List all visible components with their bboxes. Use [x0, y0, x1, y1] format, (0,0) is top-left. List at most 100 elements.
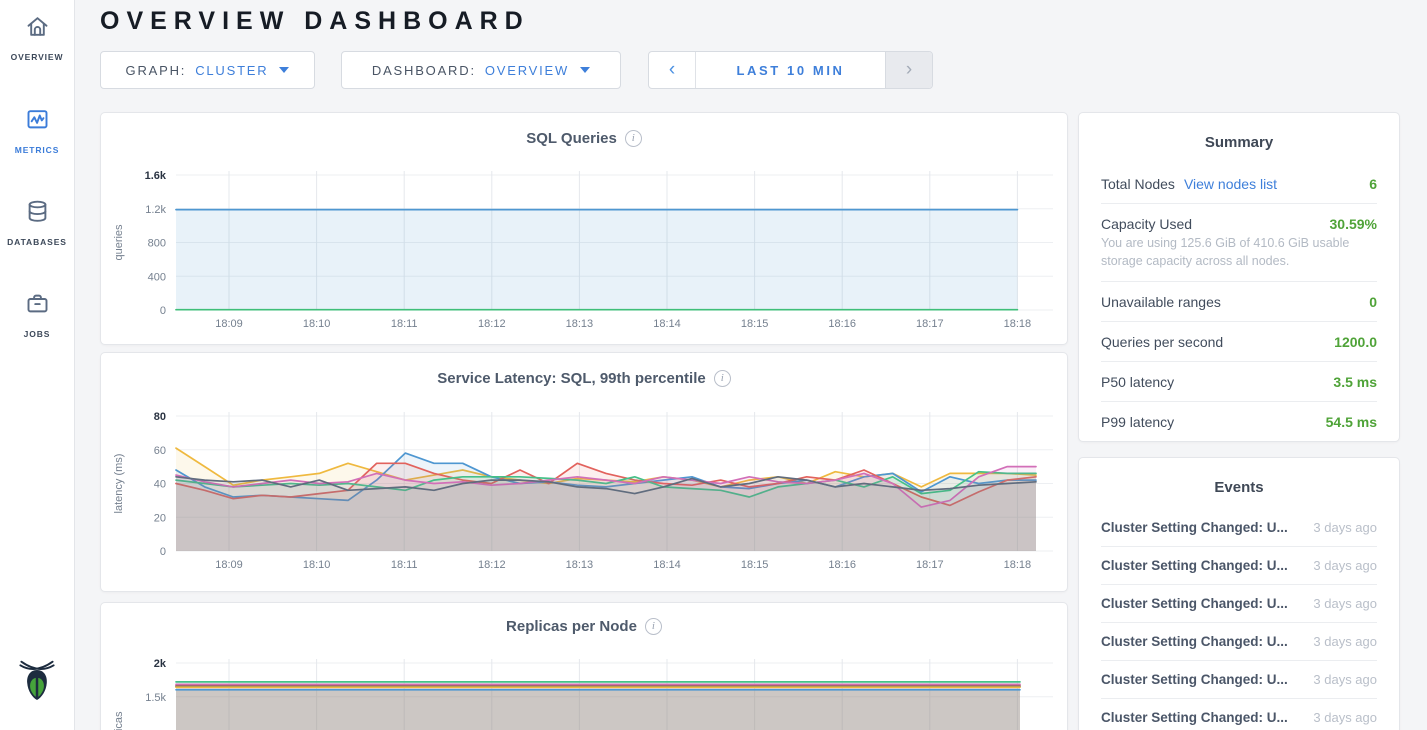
sidebar-item-overview[interactable]: OVERVIEW: [0, 13, 74, 62]
svg-text:80: 80: [154, 411, 166, 423]
sidebar-item-metrics[interactable]: METRICS: [0, 106, 74, 155]
summary-row-queries-per-second: Queries per second 1200.0: [1101, 322, 1377, 362]
summary-label: P99 latency: [1101, 414, 1174, 430]
chart-title: Service Latency: SQL, 99th percentile: [437, 370, 705, 387]
service-latency-chart[interactable]: 02040608018:0918:1018:1118:1218:1318:141…: [101, 403, 1067, 581]
time-range-selector: ‹ LAST 10 MIN ›: [648, 51, 933, 89]
graph-selector-dropdown[interactable]: GRAPH: CLUSTER: [100, 51, 315, 89]
summary-value: 3.5 ms: [1333, 374, 1377, 390]
graph-selector-label: GRAPH:: [126, 63, 187, 78]
event-row[interactable]: Cluster Setting Changed: U... 3 days ago: [1101, 547, 1377, 585]
events-panel: Events Cluster Setting Changed: U... 3 d…: [1078, 457, 1400, 730]
left-nav-sidebar: OVERVIEW METRICS DATABASES: [0, 0, 75, 730]
summary-value: 6: [1369, 176, 1377, 192]
event-title: Cluster Setting Changed: U...: [1101, 520, 1288, 535]
svg-text:18:18: 18:18: [1004, 318, 1032, 330]
summary-value: 54.5 ms: [1326, 414, 1377, 430]
summary-value: 30.59%: [1330, 216, 1377, 232]
svg-text:queries: queries: [113, 224, 125, 261]
event-title: Cluster Setting Changed: U...: [1101, 672, 1288, 687]
event-row[interactable]: Cluster Setting Changed: U... 3 days ago: [1101, 661, 1377, 699]
svg-text:18:09: 18:09: [215, 318, 243, 330]
svg-text:18:17: 18:17: [916, 318, 944, 330]
summary-label: Unavailable ranges: [1101, 294, 1221, 310]
svg-text:18:14: 18:14: [653, 318, 681, 330]
svg-text:1.5k: 1.5k: [145, 692, 166, 704]
svg-text:60: 60: [154, 445, 166, 457]
svg-text:18:11: 18:11: [391, 559, 418, 571]
chart-panel-service-latency: Service Latency: SQL, 99th percentile i …: [100, 352, 1068, 592]
info-icon[interactable]: i: [714, 370, 731, 387]
info-icon[interactable]: i: [625, 130, 642, 147]
summary-row-unavailable-ranges: Unavailable ranges 0: [1101, 282, 1377, 322]
svg-text:2k: 2k: [154, 658, 167, 670]
info-icon[interactable]: i: [645, 618, 662, 635]
svg-text:18:13: 18:13: [566, 318, 594, 330]
svg-text:18:15: 18:15: [741, 559, 769, 571]
svg-text:0: 0: [160, 546, 166, 558]
svg-text:18:11: 18:11: [391, 318, 418, 330]
svg-text:18:10: 18:10: [303, 559, 331, 571]
dashboard-controls: GRAPH: CLUSTER DASHBOARD: OVERVIEW ‹ LAS…: [100, 51, 1068, 89]
svg-text:18:15: 18:15: [741, 318, 769, 330]
svg-text:18:18: 18:18: [1004, 559, 1032, 571]
summary-value: 0: [1369, 294, 1377, 310]
summary-panel: Summary Total Nodes View nodes list 6 Ca…: [1078, 112, 1400, 442]
page-title: OVERVIEW DASHBOARD: [100, 7, 1068, 36]
time-range-next-button[interactable]: ›: [885, 52, 932, 88]
svg-text:replicas: replicas: [113, 711, 125, 730]
sidebar-item-label: OVERVIEW: [11, 52, 64, 62]
chart-title: SQL Queries: [526, 130, 617, 147]
svg-text:400: 400: [148, 271, 166, 283]
event-time: 3 days ago: [1313, 520, 1377, 535]
event-title: Cluster Setting Changed: U...: [1101, 634, 1288, 649]
dashboard-selector-label: DASHBOARD:: [372, 63, 476, 78]
summary-row-p99-latency: P99 latency 54.5 ms: [1101, 402, 1377, 441]
svg-text:18:14: 18:14: [653, 559, 681, 571]
view-nodes-list-link[interactable]: View nodes list: [1184, 176, 1277, 192]
svg-text:18:12: 18:12: [478, 318, 506, 330]
summary-value: 1200.0: [1334, 334, 1377, 350]
dashboard-selector-dropdown[interactable]: DASHBOARD: OVERVIEW: [341, 51, 621, 89]
chevron-down-icon: [580, 67, 590, 73]
event-row[interactable]: Cluster Setting Changed: U... 3 days ago: [1101, 623, 1377, 661]
svg-text:18:09: 18:09: [215, 559, 243, 571]
home-icon: [24, 13, 51, 45]
summary-row-p50-latency: P50 latency 3.5 ms: [1101, 362, 1377, 402]
time-range-prev-button[interactable]: ‹: [649, 52, 696, 88]
event-row[interactable]: Cluster Setting Changed: U... 3 days ago: [1101, 699, 1377, 730]
time-range-label[interactable]: LAST 10 MIN: [696, 52, 885, 88]
event-time: 3 days ago: [1313, 634, 1377, 649]
briefcase-icon: [24, 290, 51, 322]
graph-selector-value: CLUSTER: [195, 63, 268, 78]
event-row[interactable]: Cluster Setting Changed: U... 3 days ago: [1101, 585, 1377, 623]
sidebar-item-jobs[interactable]: JOBS: [0, 290, 74, 339]
summary-label: Total Nodes: [1101, 176, 1175, 192]
summary-row-capacity-used: Capacity Used 30.59% You are using 125.6…: [1101, 204, 1377, 282]
sql-queries-chart[interactable]: 04008001.2k1.6k18:0918:1018:1118:1218:13…: [101, 163, 1067, 338]
chart-panel-sql-queries: SQL Queries i 04008001.2k1.6k18:0918:101…: [100, 112, 1068, 345]
svg-text:20: 20: [154, 512, 166, 524]
svg-text:18:17: 18:17: [916, 559, 944, 571]
svg-text:18:10: 18:10: [303, 318, 331, 330]
svg-text:latency (ms): latency (ms): [113, 454, 125, 514]
events-title: Events: [1101, 458, 1377, 509]
svg-text:18:13: 18:13: [566, 559, 594, 571]
event-row[interactable]: Cluster Setting Changed: U... 3 days ago: [1101, 509, 1377, 547]
event-title: Cluster Setting Changed: U...: [1101, 710, 1288, 725]
summary-label: Queries per second: [1101, 334, 1223, 350]
summary-label: Capacity Used: [1101, 216, 1192, 232]
metrics-icon: [24, 106, 51, 138]
database-icon: [24, 198, 51, 230]
main-content: OVERVIEW DASHBOARD GRAPH: CLUSTER DASHBO…: [100, 0, 1068, 730]
event-time: 3 days ago: [1313, 710, 1377, 725]
sidebar-item-label: METRICS: [15, 145, 60, 155]
event-title: Cluster Setting Changed: U...: [1101, 596, 1288, 611]
replicas-per-node-chart[interactable]: 1.5k2k18:0918:1018:1118:1218:1318:1418:1…: [101, 649, 1067, 730]
event-time: 3 days ago: [1313, 596, 1377, 611]
svg-text:18:16: 18:16: [828, 559, 856, 571]
sidebar-item-label: JOBS: [24, 329, 51, 339]
cockroachdb-logo[interactable]: [12, 655, 62, 714]
sidebar-item-databases[interactable]: DATABASES: [0, 198, 74, 247]
svg-text:0: 0: [160, 305, 166, 317]
